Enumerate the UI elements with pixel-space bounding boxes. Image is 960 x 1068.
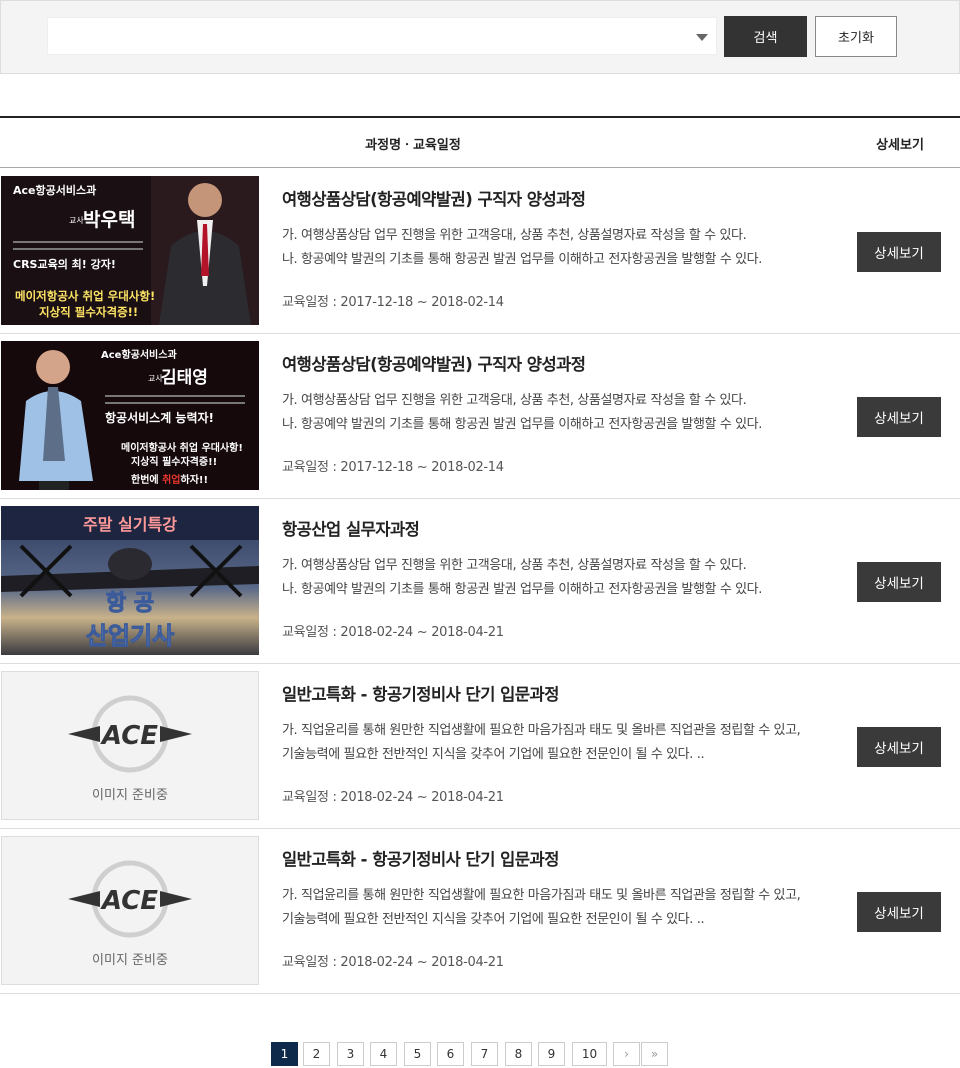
desc-line: 나. 항공예약 발권의 기초를 통해 항공권 발권 업무를 이해하고 전자항공권… [282,417,762,432]
desc-line: 가. 직업윤리를 통해 원만한 직업생활에 필요한 마음가짐과 태도 및 올바른… [282,723,801,738]
next-page-icon[interactable]: › [613,1042,640,1066]
course-title[interactable]: 일반고특화 - 항공기정비사 단기 입문과정 [282,846,559,870]
thumb-line2: 메이저항공사 취업 우대사항! [15,289,155,303]
placeholder-caption: 이미지 준비중 [92,953,168,968]
page-link[interactable]: 9 [538,1042,565,1066]
thumb-line2: 산업기사 [86,622,174,650]
page-link[interactable]: 2 [303,1042,330,1066]
ace-logo-icon: ACE [68,860,192,938]
page-link[interactable]: 10 [572,1042,607,1066]
desc-line: 나. 항공예약 발권의 기초를 통해 항공권 발권 업무를 이해하고 전자항공권… [282,582,762,597]
page-link[interactable]: 8 [505,1042,532,1066]
pagination: 1 2 3 4 5 6 7 8 9 10 › » [0,1042,960,1068]
thumb-line1: CRS교육의 최! 강자! [13,257,116,271]
category-select[interactable] [47,17,717,55]
placeholder-caption: 이미지 준비중 [92,788,168,803]
desc-line: 가. 여행상품상담 업무 진행을 위한 고객응대, 상품 추천, 상품설명자료 … [282,393,747,408]
detail-button[interactable]: 상세보기 [857,562,941,602]
thumb-line1: 항 공 [106,591,154,616]
desc-line: 가. 직업윤리를 통해 원만한 직업생활에 필요한 마음가짐과 태도 및 올바른… [282,888,801,903]
header-course: 과정명ㆍ교육일정 [365,138,461,153]
page-link[interactable]: 1 [271,1042,298,1066]
image-placeholder[interactable]: ACE 이미지 준비중 [1,836,259,985]
page-link[interactable]: 4 [370,1042,397,1066]
thumb-line1: 항공서비스계 능력자! [105,410,214,425]
course-title[interactable]: 항공산업 실무자과정 [282,516,420,540]
reset-button[interactable]: 초기화 [815,16,897,57]
course-schedule: 교육일정 : 2018-02-24 ~ 2018-04-21 [282,790,504,805]
thumbnail-image: Ace항공서비스과 교사 박우택 CRS교육의 최! 강자! 메이저항공사 취업… [1,176,259,325]
thumb-top: Ace항공서비스과 [101,348,177,361]
thumb-line3: 지상직 필수자격증!! [131,455,217,468]
course-title[interactable]: 여행상품상담(항공예약발권) 구직자 양성과정 [282,186,586,210]
list-item: ACE 이미지 준비중 일반고특화 - 항공기정비사 단기 입문과정 가. 직업… [0,829,960,994]
thumb-line4: 한번에 취업하자!! [131,473,208,486]
desc-line: 기술능력에 필요한 전반적인 지식을 갖추어 기업에 필요한 전문인이 될 수 … [282,747,705,762]
course-description: 가. 여행상품상담 업무 진행을 위한 고객응대, 상품 추천, 상품설명자료 … [282,554,762,602]
svg-text:ACE: ACE [100,721,158,751]
course-description: 가. 여행상품상담 업무 진행을 위한 고객응대, 상품 추천, 상품설명자료 … [282,389,762,437]
list-item: Ace항공서비스과 교사 김태영 항공서비스계 능력자! 메이저항공사 취업 우… [0,334,960,499]
page-link[interactable]: 5 [404,1042,431,1066]
image-placeholder[interactable]: ACE 이미지 준비중 [1,671,259,820]
thumb-name: 박우택 [83,209,135,231]
course-schedule: 교육일정 : 2018-02-24 ~ 2018-04-21 [282,955,504,970]
detail-button[interactable]: 상세보기 [857,397,941,437]
course-thumbnail[interactable]: 주말 실기특강 항 공 산업기사 [1,506,259,655]
course-description: 가. 직업윤리를 통해 원만한 직업생활에 필요한 마음가짐과 태도 및 올바른… [282,719,801,767]
thumbnail-image: Ace항공서비스과 교사 김태영 항공서비스계 능력자! 메이저항공사 취업 우… [1,341,259,490]
ace-logo-icon: ACE [68,695,192,773]
thumb-line3: 지상직 필수자격증!! [39,305,138,319]
detail-button[interactable]: 상세보기 [857,232,941,272]
desc-line: 가. 여행상품상담 업무 진행을 위한 고객응대, 상품 추천, 상품설명자료 … [282,558,747,573]
course-thumbnail[interactable]: Ace항공서비스과 교사 김태영 항공서비스계 능력자! 메이저항공사 취업 우… [1,341,259,490]
header-detail: 상세보기 [876,138,924,153]
page-link[interactable]: 7 [471,1042,498,1066]
course-description: 가. 여행상품상담 업무 진행을 위한 고객응대, 상품 추천, 상품설명자료 … [282,224,762,272]
page-link[interactable]: 6 [437,1042,464,1066]
thumb-top: Ace항공서비스과 [13,183,96,197]
desc-line: 기술능력에 필요한 전반적인 지식을 갖추어 기업에 필요한 전문인이 될 수 … [282,912,705,927]
course-schedule: 교육일정 : 2018-02-24 ~ 2018-04-21 [282,625,504,640]
course-thumbnail[interactable]: Ace항공서비스과 교사 박우택 CRS교육의 최! 강자! 메이저항공사 취업… [1,176,259,325]
course-description: 가. 직업윤리를 통해 원만한 직업생활에 필요한 마음가짐과 태도 및 올바른… [282,884,801,932]
search-bar: 검색 초기화 [0,0,960,74]
table-header: 과정명ㆍ교육일정 상세보기 [0,116,960,168]
thumb-line2: 메이저항공사 취업 우대사항! [121,441,243,454]
course-schedule: 교육일정 : 2017-12-18 ~ 2018-02-14 [282,460,504,475]
course-schedule: 교육일정 : 2017-12-18 ~ 2018-02-14 [282,295,504,310]
course-title[interactable]: 일반고특화 - 항공기정비사 단기 입문과정 [282,681,559,705]
thumbnail-image: 주말 실기특강 항 공 산업기사 [1,506,259,655]
thumb-name: 김태영 [161,368,208,388]
detail-button[interactable]: 상세보기 [857,727,941,767]
detail-button[interactable]: 상세보기 [857,892,941,932]
list-item: 주말 실기특강 항 공 산업기사 항공산업 실무자과정 가. 여행상품상담 업무… [0,499,960,664]
list-item: ACE 이미지 준비중 일반고특화 - 항공기정비사 단기 입문과정 가. 직업… [0,664,960,829]
svg-text:ACE: ACE [100,886,158,916]
desc-line: 나. 항공예약 발권의 기초를 통해 항공권 발권 업무를 이해하고 전자항공권… [282,252,762,267]
search-button[interactable]: 검색 [724,16,807,57]
thumb-top: 주말 실기특강 [83,515,177,534]
last-page-icon[interactable]: » [641,1042,668,1066]
chevron-down-icon [696,34,708,41]
page-link[interactable]: 3 [337,1042,364,1066]
desc-line: 가. 여행상품상담 업무 진행을 위한 고객응대, 상품 추천, 상품설명자료 … [282,228,747,243]
course-title[interactable]: 여행상품상담(항공예약발권) 구직자 양성과정 [282,351,586,375]
list-item: Ace항공서비스과 교사 박우택 CRS교육의 최! 강자! 메이저항공사 취업… [0,169,960,334]
